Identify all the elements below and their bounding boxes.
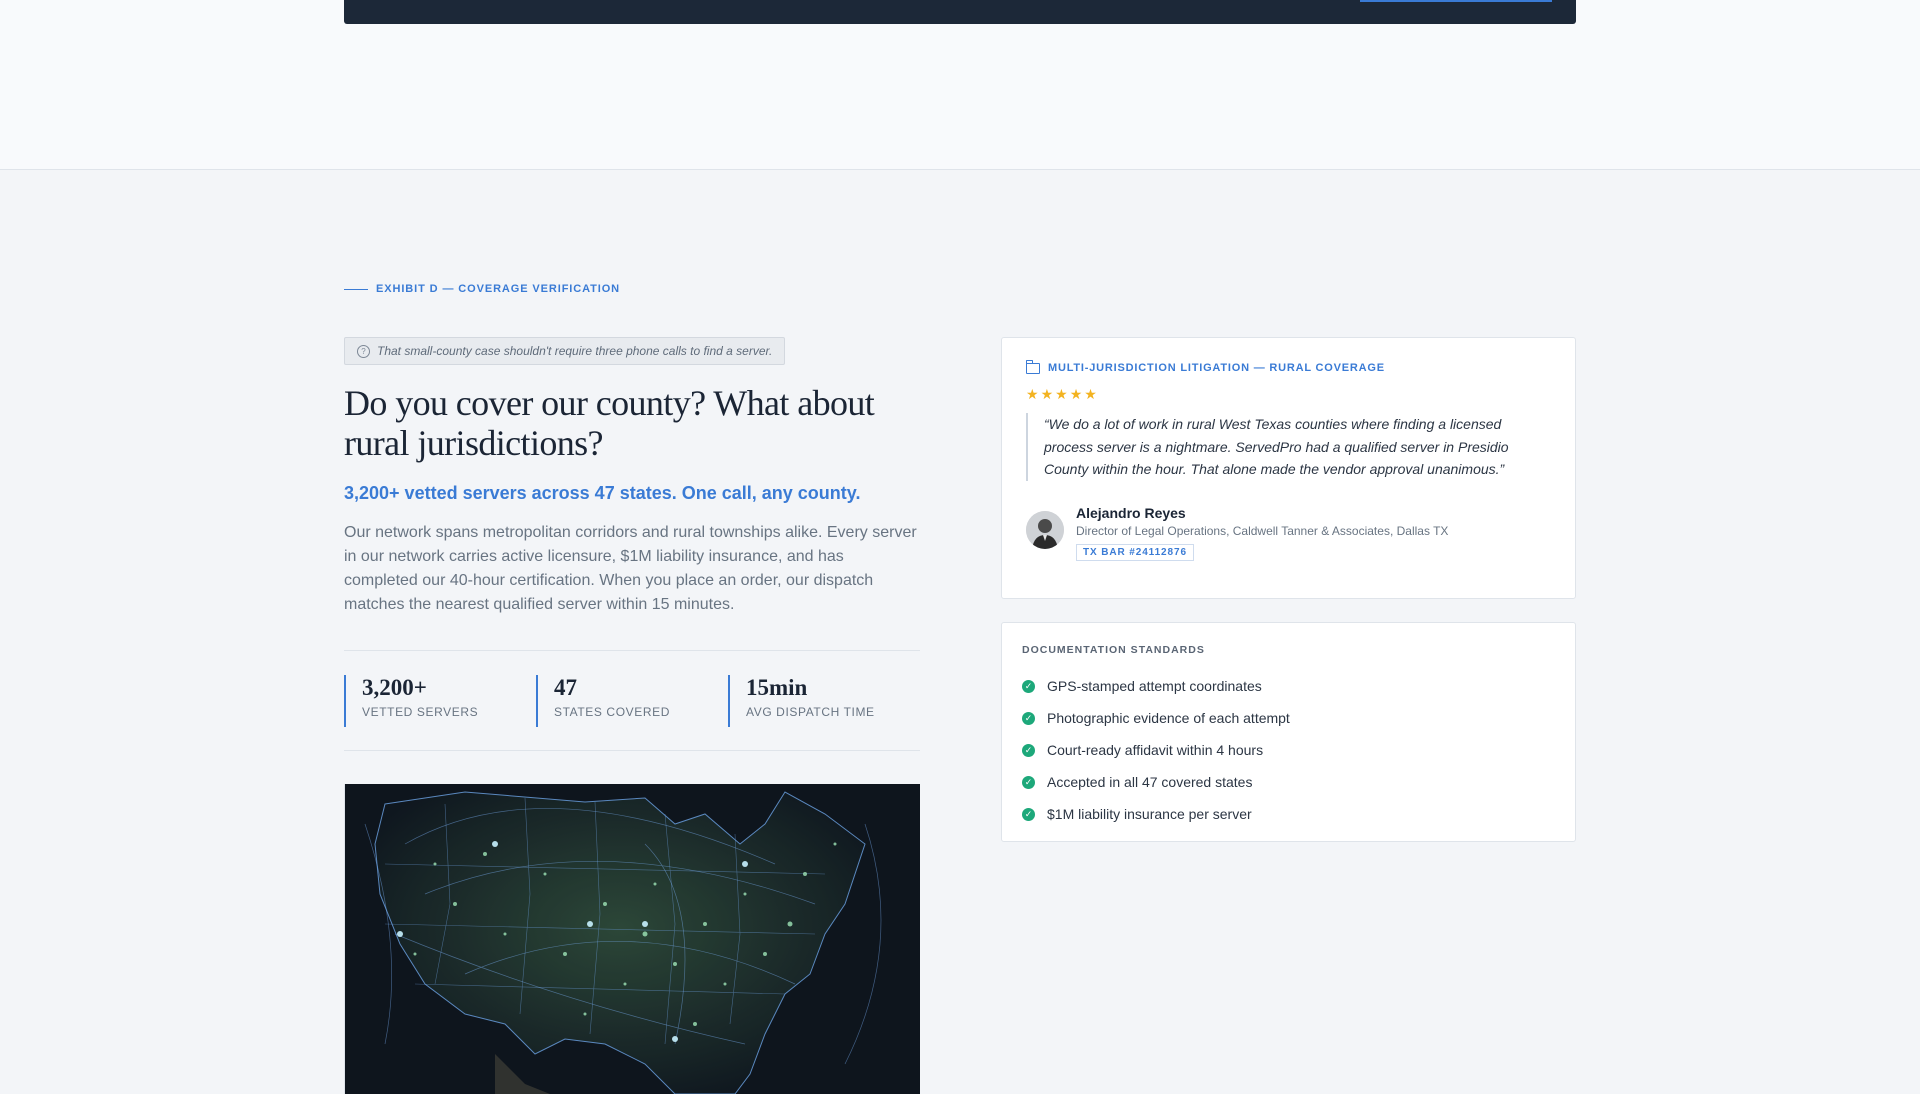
question-circle-icon: ?: [357, 344, 370, 358]
section-body: Our network spans metropolitan corridors…: [344, 524, 917, 613]
coverage-content: ? That small-county case shouldn't requi…: [344, 337, 920, 1094]
check-circle-icon: ✓: [1022, 775, 1035, 789]
header-bar: [344, 0, 1576, 24]
section-eyebrow: EXHIBIT D — COVERAGE VERIFICATION: [344, 283, 620, 295]
list-item-text: Court-ready affidavit within 4 hours: [1047, 742, 1264, 758]
coverage-map-image: [344, 784, 920, 1094]
list-item-text: Accepted in all 47 covered states: [1047, 774, 1253, 790]
list-item: ✓ Accepted in all 47 covered states: [1022, 766, 1555, 798]
author-title: Director of Legal Operations, Caldwell T…: [1076, 523, 1449, 538]
avatar: [1026, 510, 1064, 549]
bar-number-badge: TX BAR #24112876: [1076, 543, 1194, 561]
stat-value: 15min: [746, 675, 808, 700]
check-circle-icon: ✓: [1022, 679, 1035, 693]
stats-row: 3,200+ VETTED SERVERS 47 STATES COVERED …: [344, 650, 920, 751]
check-circle-icon: ✓: [1022, 743, 1035, 757]
stat-label: VETTED SERVERS: [362, 705, 479, 719]
author-details: Alejandro Reyes Director of Legal Operat…: [1076, 505, 1448, 561]
stat-label: STATES COVERED: [554, 705, 670, 719]
list-item: ✓ GPS-stamped attempt coordinates: [1022, 670, 1555, 702]
pain-point-pill: ? That small-county case shouldn't requi…: [344, 337, 786, 365]
author-name: Alejandro Reyes: [1076, 504, 1186, 521]
list-item-text: Photographic evidence of each attempt: [1047, 710, 1290, 726]
stat-dispatch-time: 15min AVG DISPATCH TIME: [728, 675, 920, 727]
documentation-card: DOCUMENTATION STANDARDS ✓ GPS-stamped at…: [1001, 622, 1576, 842]
testimonial-card: MULTI-JURISDICTION LITIGATION — RURAL CO…: [1001, 337, 1576, 599]
documentation-list: ✓ GPS-stamped attempt coordinates ✓ Phot…: [1022, 670, 1555, 830]
list-item-text: GPS-stamped attempt coordinates: [1047, 678, 1262, 694]
testimonial-quote: “We do a lot of work in rural West Texas…: [1026, 413, 1524, 481]
list-item-text: $1M liability insurance per server: [1047, 806, 1252, 822]
star-icon: ★: [1055, 386, 1068, 402]
star-icon: ★: [1084, 386, 1097, 402]
eyebrow-rule: [344, 288, 368, 290]
us-network-map: [345, 784, 920, 1094]
stat-value: 3,200+: [362, 675, 427, 700]
star-rating: ★ ★ ★ ★ ★: [1026, 387, 1551, 401]
check-circle-icon: ✓: [1022, 807, 1035, 821]
stat-label: AVG DISPATCH TIME: [746, 705, 875, 719]
check-circle-icon: ✓: [1022, 711, 1035, 725]
folder-icon: [1026, 359, 1040, 374]
section-headline: Do you cover our county? What about rura…: [344, 383, 875, 463]
stat-states-covered: 47 STATES COVERED: [536, 675, 728, 727]
documentation-title: DOCUMENTATION STANDARDS: [1022, 644, 1205, 656]
list-item: ✓ Court-ready affidavit within 4 hours: [1022, 734, 1555, 766]
star-icon: ★: [1040, 386, 1054, 402]
star-icon: ★: [1069, 386, 1083, 402]
list-item: ✓ $1M liability insurance per server: [1022, 798, 1555, 830]
eyebrow-text: EXHIBIT D — COVERAGE VERIFICATION: [376, 283, 621, 295]
stat-vetted-servers: 3,200+ VETTED SERVERS: [344, 675, 536, 727]
top-band: [0, 0, 1920, 170]
case-label: MULTI-JURISDICTION LITIGATION — RURAL CO…: [1026, 359, 1551, 374]
testimonial-author: Alejandro Reyes Director of Legal Operat…: [1026, 505, 1551, 561]
star-icon: ★: [1026, 386, 1039, 402]
stat-value: 47: [554, 675, 577, 700]
section-subhead: 3,200+ vetted servers across 47 states. …: [344, 483, 861, 503]
header-button-edge[interactable]: [1360, 0, 1552, 2]
pain-point-text: That small-county case shouldn't require…: [377, 344, 773, 358]
list-item: ✓ Photographic evidence of each attempt: [1022, 702, 1555, 734]
case-label-text: MULTI-JURISDICTION LITIGATION — RURAL CO…: [1048, 362, 1385, 374]
